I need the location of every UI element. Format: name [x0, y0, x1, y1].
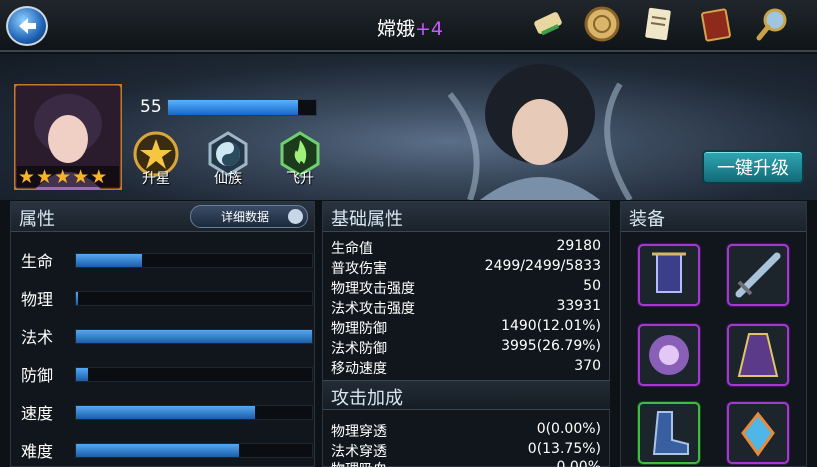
stat-value: 2499/2499/5833 — [484, 258, 601, 274]
stat-value: 0(13.75%) — [527, 441, 601, 457]
stat-row: 生命值 29180 — [331, 238, 601, 258]
attr-label: 物理 — [21, 290, 54, 309]
badge-label-ascend: 飞升 — [286, 171, 314, 187]
attr-label: 速度 — [21, 404, 54, 423]
sword-equip-icon[interactable] — [727, 244, 789, 306]
attr-bar-fill — [76, 292, 79, 305]
attr-bar-fill — [76, 330, 312, 343]
attr-row: 法术 — [21, 324, 321, 348]
star-icon: ★ — [90, 166, 108, 188]
basic-stats-header: 基础属性 — [323, 202, 609, 232]
star-icon: ★ — [18, 166, 36, 188]
stat-key: 普攻伤害 — [331, 261, 387, 277]
level-progress-fill — [168, 100, 299, 115]
attr-bar-fill — [76, 254, 143, 267]
attr-bar-fill — [76, 406, 256, 419]
detail-data-button[interactable]: 详细数据 — [190, 205, 308, 228]
attr-label: 防御 — [21, 366, 54, 385]
scroll-icon[interactable] — [528, 4, 568, 44]
attributes-panel-header: 属性 详细数据 — [11, 202, 314, 232]
top-bar: 嫦娥+4 — [0, 0, 817, 52]
stat-value: 370 — [574, 358, 601, 374]
hero-star-rating: ★ ★ ★ ★ ★ — [18, 166, 107, 188]
attributes-title: 属性 — [19, 209, 55, 230]
stat-key: 物理吸血 — [331, 459, 387, 467]
hero-artwork — [447, 64, 633, 200]
magnifier-icon[interactable] — [753, 4, 793, 44]
attributes-panel: 属性 详细数据 生命 物理 法术 防御 速度 难度 — [10, 201, 315, 467]
star-icon: ★ — [54, 166, 72, 188]
hero-level: 55 — [140, 97, 162, 117]
stat-row: 物理吸血 0.00% — [331, 459, 601, 467]
banner-equip-icon[interactable] — [638, 244, 700, 306]
stat-value: 50 — [583, 278, 601, 294]
back-icon — [19, 18, 36, 34]
attr-label: 生命 — [21, 252, 54, 271]
stat-value: 0(0.00%) — [536, 421, 601, 437]
stat-value: 0.00% — [556, 459, 601, 467]
attr-bar-fill — [76, 444, 239, 457]
back-button[interactable] — [6, 6, 48, 46]
attr-label: 难度 — [21, 442, 54, 461]
attr-bar — [75, 443, 313, 458]
attr-bar — [75, 253, 313, 268]
stat-value: 33931 — [556, 298, 601, 314]
amulet-equip-icon[interactable] — [727, 402, 789, 464]
star-icon: ★ — [36, 166, 54, 188]
stat-row: 移动速度 370 — [331, 358, 601, 378]
attr-bar — [75, 291, 313, 306]
attr-row: 防御 — [21, 362, 321, 386]
stat-key: 移动速度 — [331, 361, 387, 377]
badge-label-race: 仙族 — [214, 171, 242, 187]
stat-row: 法术穿透 0(13.75%) — [331, 441, 601, 461]
stat-key: 法术攻击强度 — [331, 301, 415, 317]
document-icon[interactable] — [638, 4, 678, 44]
stat-key: 生命值 — [331, 241, 373, 257]
attr-row: 速度 — [21, 400, 321, 424]
attr-bar-fill — [76, 368, 88, 381]
coin-icon[interactable] — [582, 4, 622, 44]
stat-key: 法术防御 — [331, 341, 387, 357]
hero-plus: +4 — [415, 18, 444, 40]
badge-label-star: 升星 — [142, 171, 170, 187]
hero-banner — [0, 54, 817, 200]
stat-row: 法术攻击强度 33931 — [331, 298, 601, 318]
attr-bar — [75, 405, 313, 420]
hero-title: 嫦娥+4 — [320, 14, 500, 41]
attr-bar — [75, 367, 313, 382]
attr-label: 法术 — [21, 328, 54, 347]
stat-row: 物理防御 1490(12.01%) — [331, 318, 601, 338]
equipment-panel: 装备 — [620, 201, 807, 467]
detail-data-label: 详细数据 — [221, 210, 270, 224]
orb-equip-icon[interactable] — [638, 324, 700, 386]
hero-name: 嫦娥 — [376, 18, 415, 40]
stat-key: 物理攻击强度 — [331, 281, 415, 297]
attr-row: 生命 — [21, 248, 321, 272]
attr-row: 物理 — [21, 286, 321, 310]
basic-stats-panel: 基础属性 生命值 29180 普攻伤害 2499/2499/5833 物理攻击强度 5… — [322, 201, 610, 467]
stat-value: 3995(26.79%) — [501, 338, 601, 354]
stat-key: 物理防御 — [331, 321, 387, 337]
attr-row: 难度 — [21, 438, 321, 462]
level-progress-bar — [167, 99, 317, 116]
chevron-right-icon — [288, 209, 303, 224]
stat-key: 法术穿透 — [331, 444, 387, 460]
stat-row: 法术防御 3995(26.79%) — [331, 338, 601, 358]
robe-equip-icon[interactable] — [727, 324, 789, 386]
one-click-upgrade-button[interactable]: 一键升级 — [702, 150, 804, 184]
stat-value: 29180 — [556, 238, 601, 254]
stat-row: 物理穿透 0(0.00%) — [331, 421, 601, 441]
book-icon[interactable] — [697, 4, 737, 44]
stat-row: 普攻伤害 2499/2499/5833 — [331, 258, 601, 278]
stat-value: 1490(12.01%) — [501, 318, 601, 334]
star-icon: ★ — [72, 166, 90, 188]
stat-key: 物理穿透 — [331, 424, 387, 440]
boots-equip-icon[interactable] — [638, 402, 700, 464]
attr-bar — [75, 329, 313, 344]
equipment-header: 装备 — [621, 202, 806, 232]
stat-row: 物理攻击强度 50 — [331, 278, 601, 298]
attack-bonus-header: 攻击加成 — [323, 380, 610, 410]
